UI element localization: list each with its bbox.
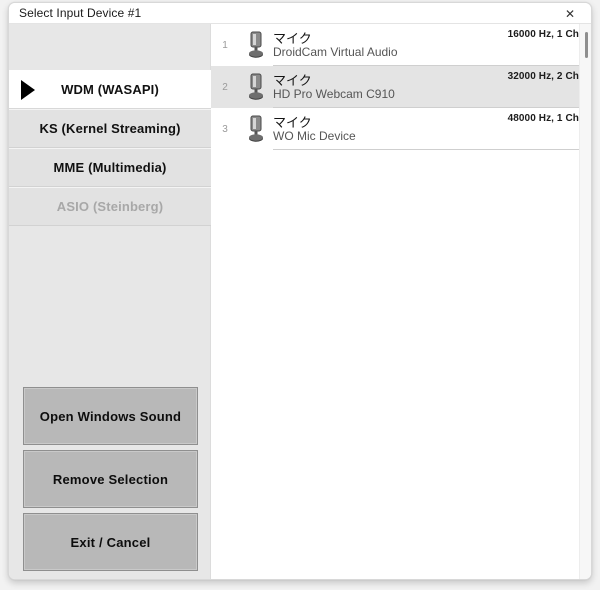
- row-content: マイク DroidCam Virtual Audio 16000 Hz, 1 C…: [273, 24, 591, 66]
- sidebar-item-wdm-wasapi[interactable]: WDM (WASAPI): [9, 70, 211, 109]
- exit-cancel-button[interactable]: Exit / Cancel: [23, 513, 198, 571]
- list-item[interactable]: 3 マイク WO Mic Device 48000 Hz, 1 Ch: [211, 108, 591, 150]
- row-content: マイク WO Mic Device 48000 Hz, 1 Ch: [273, 108, 591, 150]
- remove-selection-button[interactable]: Remove Selection: [23, 450, 198, 508]
- sidebar-item-label: MME (Multimedia): [53, 160, 167, 175]
- select-input-device-dialog: Select Input Device #1 ✕ WDM (WASAPI) KS…: [8, 2, 592, 580]
- device-name: DroidCam Virtual Audio: [273, 45, 398, 59]
- row-index: 1: [222, 39, 228, 51]
- sidebar: WDM (WASAPI) KS (Kernel Streaming) MME (…: [9, 24, 211, 579]
- sidebar-item-label: ASIO (Steinberg): [56, 199, 164, 214]
- row-index: 3: [222, 123, 228, 135]
- device-spec: 48000 Hz, 1 Ch: [507, 113, 579, 124]
- scrollbar-thumb[interactable]: [585, 32, 588, 58]
- sidebar-item-mme-multimedia[interactable]: MME (Multimedia): [9, 148, 211, 187]
- list-item[interactable]: 2 マイク HD Pro Webcam C910 32000 Hz, 2 Ch: [211, 66, 591, 108]
- sidebar-item-asio-steinberg: ASIO (Steinberg): [9, 187, 211, 226]
- device-name: WO Mic Device: [273, 129, 356, 143]
- device-list: 1 マイク DroidCam Virtual Audio 16000 Hz, 1…: [211, 24, 591, 579]
- device-spec: 16000 Hz, 1 Ch: [507, 29, 579, 40]
- button-label: Remove Selection: [52, 471, 169, 487]
- microphone-icon: [239, 72, 273, 102]
- button-label: Exit / Cancel: [70, 534, 151, 550]
- row-divider: [273, 149, 579, 150]
- list-item[interactable]: 1 マイク DroidCam Virtual Audio 16000 Hz, 1…: [211, 24, 591, 66]
- open-windows-sound-button[interactable]: Open Windows Sound: [23, 387, 198, 445]
- device-name: HD Pro Webcam C910: [273, 87, 395, 101]
- screen: Select Input Device #1 ✕ WDM (WASAPI) KS…: [0, 0, 600, 590]
- sidebar-item-ks-kernel-streaming[interactable]: KS (Kernel Streaming): [9, 109, 211, 148]
- microphone-icon: [239, 114, 273, 144]
- sidebar-item-label: WDM (WASAPI): [61, 82, 159, 97]
- dialog-body: WDM (WASAPI) KS (Kernel Streaming) MME (…: [9, 24, 591, 579]
- vertical-scrollbar[interactable]: [579, 24, 591, 579]
- close-icon: ✕: [564, 6, 576, 21]
- driver-api-tab-list: WDM (WASAPI) KS (Kernel Streaming) MME (…: [9, 70, 211, 226]
- device-spec: 32000 Hz, 2 Ch: [507, 71, 579, 82]
- sidebar-action-buttons: Open Windows Sound Remove Selection Exit…: [23, 387, 198, 571]
- row-content: マイク HD Pro Webcam C910 32000 Hz, 2 Ch: [273, 66, 591, 108]
- row-index: 2: [222, 81, 228, 93]
- microphone-icon: [239, 30, 273, 60]
- titlebar: Select Input Device #1 ✕: [9, 3, 591, 24]
- window-title: Select Input Device #1: [19, 6, 142, 20]
- close-button[interactable]: ✕: [549, 3, 591, 24]
- selection-arrow-icon: [21, 79, 35, 100]
- sidebar-item-label: KS (Kernel Streaming): [39, 121, 181, 136]
- button-label: Open Windows Sound: [39, 408, 182, 424]
